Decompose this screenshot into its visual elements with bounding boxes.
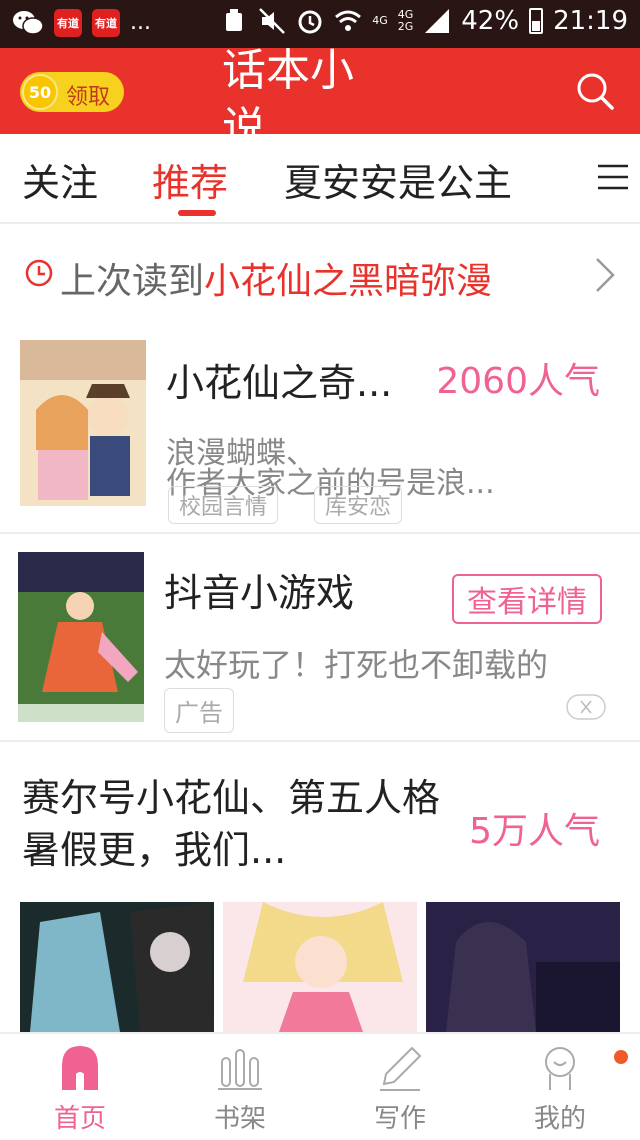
network-4g-2g: 4G 2G bbox=[397, 8, 414, 33]
coin-count: 50 bbox=[22, 74, 58, 110]
mute-icon bbox=[259, 8, 286, 34]
tab-follow[interactable]: 关注 bbox=[22, 152, 98, 207]
collection-images bbox=[20, 902, 620, 1032]
clock-time: 21:19 bbox=[553, 6, 628, 36]
collection-image-2 bbox=[223, 902, 417, 1032]
ad-description: 太好玩了！打死也不卸载的 bbox=[164, 646, 549, 682]
status-bar: 有道 有道 ... 4G 4G 2G 42% 21:19 bbox=[0, 0, 640, 48]
ad-image bbox=[18, 552, 144, 722]
ad-title: 抖音小游戏 bbox=[164, 571, 355, 615]
book-tag-2: 库安恋 bbox=[314, 486, 403, 524]
home-icon bbox=[62, 1046, 98, 1090]
youdao-app-icon: 有道 bbox=[54, 9, 82, 37]
nav-write[interactable]: 写作 bbox=[320, 1034, 480, 1140]
app-title: 话本小说 bbox=[222, 48, 354, 134]
search-icon[interactable] bbox=[574, 70, 616, 112]
active-tab-indicator bbox=[178, 210, 216, 216]
book-tag: 校园言情 bbox=[168, 486, 279, 524]
claim-label: 领取 bbox=[66, 85, 111, 110]
last-read-text: 上次读到小花仙之黑暗弥漫 bbox=[60, 252, 492, 304]
last-read-prefix: 上次读到 bbox=[60, 261, 205, 302]
pencil-icon bbox=[380, 1046, 422, 1091]
more-notifications: ... bbox=[130, 10, 151, 35]
close-icon[interactable] bbox=[566, 694, 606, 720]
nav-home-label: 首页 bbox=[53, 1104, 106, 1134]
bottom-navigation: 首页 书架 写作 我的 bbox=[0, 1032, 640, 1140]
alarm-icon bbox=[298, 10, 322, 34]
claim-coins-button[interactable]: 50 领取 bbox=[20, 72, 124, 112]
collection-popularity: 5万人气 bbox=[469, 811, 600, 852]
book-title: 小花仙之奇... bbox=[166, 361, 393, 405]
divider bbox=[0, 740, 640, 742]
youdao-app-icon-2: 有道 bbox=[92, 9, 120, 37]
nav-bookshelf[interactable]: 书架 bbox=[160, 1034, 320, 1140]
menu-icon[interactable] bbox=[596, 160, 630, 194]
last-read-banner[interactable]: 上次读到小花仙之黑暗弥漫 bbox=[0, 224, 640, 324]
category-tabs: 关注 推荐 夏安安是公主 bbox=[0, 134, 640, 224]
last-read-book: 小花仙之黑暗弥漫 bbox=[204, 261, 493, 302]
wechat-icon bbox=[13, 11, 44, 35]
battery-icon bbox=[529, 8, 544, 34]
wifi-icon bbox=[335, 10, 362, 31]
nav-bookshelf-label: 书架 bbox=[213, 1104, 266, 1134]
ad-label: 广告 bbox=[164, 688, 234, 733]
signal-icon bbox=[425, 9, 450, 33]
nav-me-label: 我的 bbox=[533, 1104, 586, 1134]
book-popularity: 2060人气 bbox=[436, 361, 600, 402]
book-cover-image bbox=[20, 340, 146, 506]
collection-image-3 bbox=[426, 902, 620, 1032]
chevron-right-icon bbox=[596, 258, 615, 292]
ad-item[interactable]: 抖音小游戏 查看详情 太好玩了！打死也不卸载的 广告 bbox=[0, 550, 640, 733]
tab-xia-anan[interactable]: 夏安安是公主 bbox=[284, 152, 512, 207]
clock-icon bbox=[25, 259, 53, 287]
list-item[interactable]: 小花仙之奇... 2060人气 浪漫蝴蝶、 作者大家之前的号是浪... 校园言情… bbox=[0, 340, 640, 530]
view-details-button[interactable]: 查看详情 bbox=[452, 574, 602, 624]
profile-icon bbox=[545, 1047, 575, 1090]
collection-title: 赛尔号小花仙、第五人格暑假更，我们... bbox=[22, 776, 441, 872]
tab-recommend[interactable]: 推荐 bbox=[152, 152, 228, 207]
bookshelf-icon bbox=[218, 1049, 262, 1090]
app-bar: 50 领取 话本小说 bbox=[0, 48, 640, 134]
collection-image bbox=[20, 902, 214, 1032]
network-4g: 4G bbox=[372, 14, 388, 27]
nav-me[interactable]: 我的 bbox=[480, 1034, 640, 1140]
nav-write-label: 写作 bbox=[373, 1104, 426, 1134]
nav-home[interactable]: 首页 bbox=[0, 1034, 160, 1140]
battery-percent: 42% bbox=[461, 6, 520, 36]
recycle-icon bbox=[226, 9, 243, 31]
notification-dot bbox=[614, 1050, 628, 1064]
divider bbox=[0, 532, 640, 534]
